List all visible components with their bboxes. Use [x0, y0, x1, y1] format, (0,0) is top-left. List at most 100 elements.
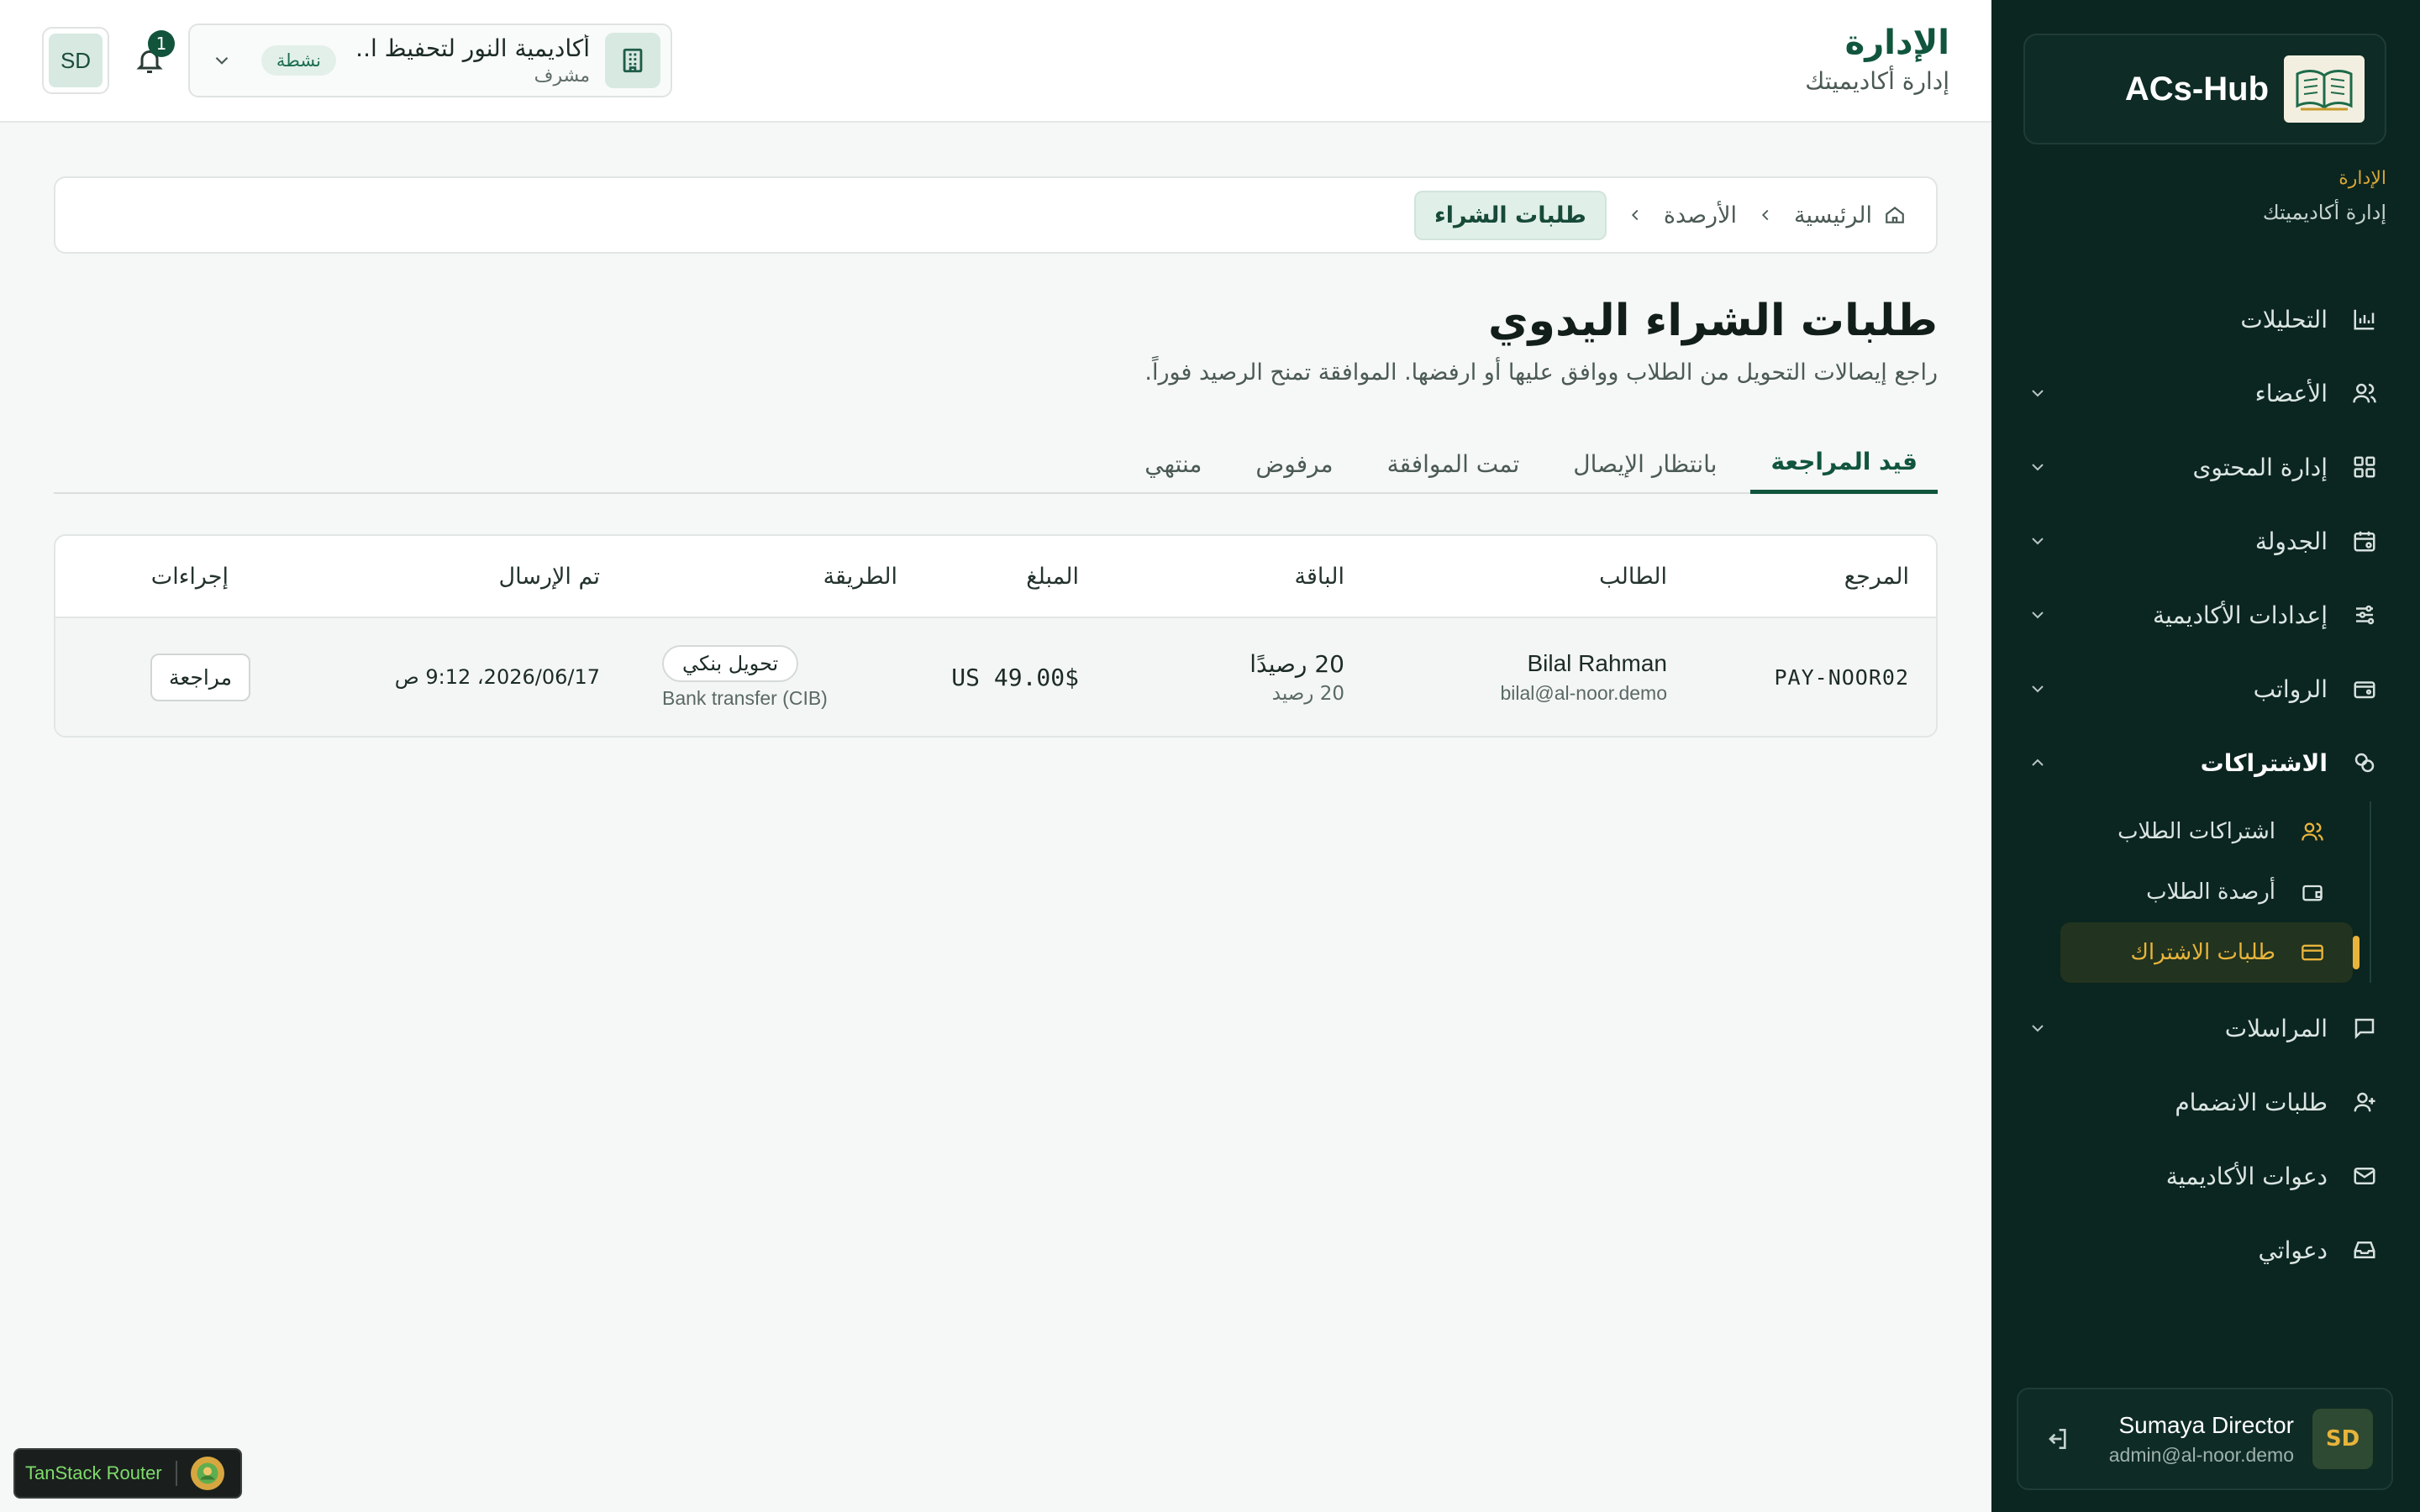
avatar-initials: SD — [49, 34, 103, 87]
cell-reference: PAY-NOOR02 — [1699, 618, 1909, 736]
sidebar-item-label: الاشتراكات — [2200, 748, 2328, 777]
tab-expired[interactable]: منتهي — [1124, 433, 1222, 494]
sidebar-item-join-requests[interactable]: طلبات الانضمام — [1991, 1065, 2420, 1139]
column-header-sent: تم الإرسال — [498, 563, 600, 590]
grid-icon — [2349, 452, 2380, 482]
users-icon — [2349, 378, 2380, 408]
analytics-icon — [2349, 304, 2380, 334]
calendar-icon — [2349, 526, 2380, 556]
cell-sent: 2026/06/17، 9:12 ص — [247, 618, 600, 736]
sidebar-item-academy-settings[interactable]: إعدادات الأكاديمية — [1991, 578, 2420, 652]
purchase-requests-table: المرجع الطالب الباقة المبلغ الطريقة تم ا… — [54, 534, 1938, 738]
chevron-down-icon — [2025, 381, 2050, 406]
breadcrumb-current: طلبات الشراء — [1413, 190, 1607, 240]
user-email: admin@al-noor.demo — [2108, 1443, 2294, 1466]
chevron-down-icon — [208, 47, 235, 74]
header-title-block: الإدارة إدارة أكاديميتك — [1805, 24, 1949, 95]
sidebar-item-subscriptions[interactable]: الاشتراكات — [1991, 726, 2420, 800]
chevron-down-icon — [2025, 528, 2050, 554]
column-header-package: الباقة — [1294, 563, 1344, 590]
sidebar-item-label: إدارة المحتوى — [2192, 453, 2328, 481]
tab-rejected[interactable]: مرفوض — [1235, 433, 1353, 494]
users-icon — [2299, 818, 2326, 845]
sidebar-section-label: الإدارة — [2338, 168, 2386, 189]
sidebar-item-content[interactable]: إدارة المحتوى — [1991, 430, 2420, 504]
tab-approved[interactable]: تمت الموافقة — [1367, 433, 1540, 494]
breadcrumb-balances[interactable]: الأرصدة — [1664, 202, 1737, 228]
chevron-down-icon — [2025, 454, 2050, 480]
cell-package: 20 رصيدًا 20 رصيد — [1143, 618, 1344, 736]
router-devtools-toggle[interactable]: TanStack Router — [13, 1448, 242, 1499]
sidebar-item-label: التحليلات — [2240, 305, 2328, 333]
logout-icon[interactable] — [2040, 1422, 2074, 1456]
tab-under-review[interactable]: قيد المراجعة — [1750, 433, 1938, 494]
sidebar-item-analytics[interactable]: التحليلات — [1991, 282, 2420, 356]
review-button[interactable]: مراجعة — [150, 653, 250, 701]
inbox-icon — [2349, 1235, 2380, 1265]
sidebar-item-label: الجدولة — [2254, 527, 2328, 555]
method-badge: تحويل بنكي — [662, 644, 799, 682]
top-header: الإدارة إدارة أكاديميتك أكاديمية النور ل… — [0, 0, 1991, 123]
sidebar-subitem-subscription-requests[interactable]: طلبات الاشتراك — [2060, 922, 2360, 983]
wallet-icon — [2299, 879, 2326, 906]
page-header: طلبات الشراء اليدوي راجع إيصالات التحويل… — [1144, 296, 1938, 386]
quran-logo-icon — [2284, 55, 2365, 123]
notification-count-badge: 1 — [148, 30, 175, 57]
header-avatar[interactable]: SD — [42, 27, 109, 94]
chevron-left-icon — [1754, 203, 1777, 227]
sidebar-item-messages[interactable]: المراسلات — [1991, 991, 2420, 1065]
main-content: الرئيسية الأرصدة طلبات الشراء طلبات الشر… — [0, 123, 1991, 1512]
divider — [175, 1461, 177, 1486]
academy-role: مشرف — [534, 66, 590, 87]
sidebar-section-header: الإدارة إدارة أكاديميتك — [2263, 168, 2386, 224]
breadcrumb-home-label: الرئيسية — [1794, 202, 1872, 228]
sidebar-subitem-label: طلبات الاشتراك — [2130, 940, 2276, 965]
cell-actions: مراجعة — [82, 618, 250, 736]
academy-switcher[interactable]: أكاديمية النور لتحفيظ ا... مشرف نشطة — [188, 24, 672, 97]
chat-icon — [2349, 1013, 2380, 1043]
cell-amount: $US 49.00 — [877, 618, 1079, 736]
breadcrumb: الرئيسية الأرصدة طلبات الشراء — [54, 176, 1938, 254]
sidebar-item-label: المراسلات — [2224, 1014, 2328, 1042]
tanstack-logo-icon — [190, 1457, 224, 1490]
header-subtitle: إدارة أكاديميتك — [1805, 67, 1949, 95]
chevron-down-icon — [2025, 602, 2050, 627]
sidebar-item-schedule[interactable]: الجدولة — [1991, 504, 2420, 578]
sidebar-item-label: الرواتب — [2253, 675, 2328, 703]
column-header-reference: المرجع — [1844, 563, 1909, 590]
sidebar-item-members[interactable]: الأعضاء — [1991, 356, 2420, 430]
column-header-student: الطالب — [1599, 563, 1667, 590]
cell-method: تحويل بنكي Bank transfer (CIB) — [662, 618, 897, 736]
user-name: Sumaya Director — [2118, 1411, 2294, 1438]
sidebar-item-label: طلبات الانضمام — [2175, 1088, 2328, 1116]
sidebar-subitem-student-subscriptions[interactable]: اشتراكات الطلاب — [2060, 801, 2353, 862]
status-badge: نشطة — [260, 45, 336, 76]
tab-awaiting-receipt[interactable]: بانتظار الإيصال — [1553, 433, 1737, 494]
brand-name: ACs-Hub — [2124, 70, 2269, 108]
table-header: المرجع الطالب الباقة المبلغ الطريقة تم ا… — [55, 536, 1936, 618]
brand-card[interactable]: ACs-Hub — [2023, 34, 2386, 144]
sidebar-subitem-student-balances[interactable]: أرصدة الطلاب — [2060, 862, 2353, 922]
table-row: PAY-NOOR02 Bilal Rahman bilal@al-noor.de… — [55, 618, 1936, 736]
sidebar-item-my-invites[interactable]: دعواتي — [1991, 1213, 2420, 1287]
sidebar-item-label: إعدادات الأكاديمية — [2153, 601, 2328, 629]
sidebar-subitem-label: أرصدة الطلاب — [2146, 879, 2275, 905]
page-title: طلبات الشراء اليدوي — [1487, 296, 1938, 346]
academy-name: أكاديمية النور لتحفيظ ا... — [358, 34, 590, 62]
sliders-icon — [2349, 600, 2380, 630]
package-sub: 20 رصيد — [1271, 682, 1344, 705]
breadcrumb-home[interactable]: الرئيسية — [1794, 202, 1907, 228]
subscriptions-icon — [2349, 748, 2380, 778]
column-header-method: الطريقة — [823, 563, 897, 590]
sidebar-item-academy-invites[interactable]: دعوات الأكاديمية — [1991, 1139, 2420, 1213]
reference-code: PAY-NOOR02 — [1774, 664, 1909, 690]
sidebar-item-label: دعواتي — [2258, 1236, 2328, 1264]
academy-info: أكاديمية النور لتحفيظ ا... مشرف — [358, 34, 590, 87]
amount-value: $US 49.00 — [951, 663, 1079, 691]
chevron-left-icon — [1623, 203, 1647, 227]
sidebar-nav: التحليلات الأعضاء إدارة المحتوى الجدولة — [1991, 282, 2420, 1287]
subscriptions-subnav: اشتراكات الطلاب أرصدة الطلاب طلبات الاشت… — [1991, 801, 2420, 983]
avatar[interactable]: SD — [2312, 1409, 2373, 1469]
page-description: راجع إيصالات التحويل من الطلاب ووافق علي… — [1144, 360, 1938, 386]
sidebar-item-payroll[interactable]: الرواتب — [1991, 652, 2420, 726]
